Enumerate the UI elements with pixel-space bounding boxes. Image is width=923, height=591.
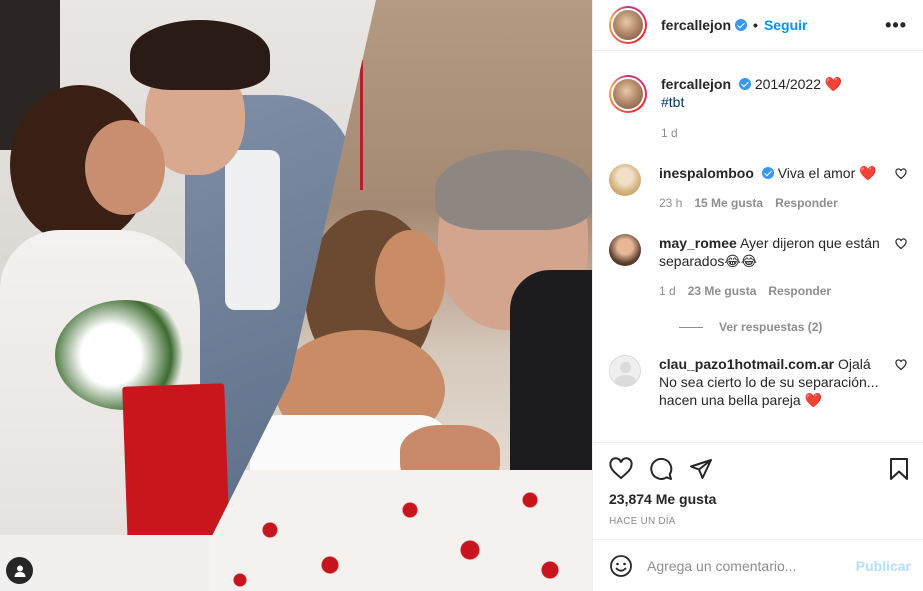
instagram-post: fercallejon • Seguir ••• fercallejon 201… [0, 0, 923, 591]
comment-like-icon[interactable] [895, 238, 907, 250]
post-date[interactable]: HACE UN DÍA [609, 516, 911, 527]
verified-badge-icon [761, 167, 774, 179]
heart-outline-icon[interactable] [609, 457, 633, 481]
post-image[interactable] [0, 0, 592, 591]
comment-item: inespalomboo Viva el amor ❤️ 23 h 15 Me … [609, 164, 907, 212]
heart-emoji: ❤️ [824, 76, 843, 92]
comment-username[interactable]: inespalomboo [659, 165, 754, 181]
post-sidebar: fercallejon • Seguir ••• fercallejon 201… [592, 0, 923, 591]
user-tag-glyph [14, 565, 25, 577]
separator-dot: • [753, 17, 758, 33]
reply-button[interactable]: Responder [768, 282, 831, 300]
bookmark-icon[interactable] [887, 457, 911, 481]
comment-username[interactable]: may_romee [659, 235, 737, 251]
view-replies-label: Ver respuestas (2) [719, 320, 823, 334]
comment-text: Viva el amor [777, 165, 856, 181]
comment-time[interactable]: 23 h [659, 194, 682, 212]
comments-list[interactable]: fercallejon 2014/2022 ❤️ #tbt 1 d inespa… [593, 51, 923, 442]
caption-avatar[interactable] [609, 75, 647, 113]
commenter-avatar[interactable] [609, 234, 641, 266]
paper-plane-icon[interactable] [689, 457, 713, 481]
comment-like-icon[interactable] [895, 359, 907, 371]
verified-badge-icon [738, 78, 751, 90]
comment-likes[interactable]: 23 Me gusta [688, 282, 757, 300]
more-dots-icon[interactable]: ••• [885, 15, 907, 36]
add-comment-bar: Publicar [593, 539, 923, 591]
comment-bubble-icon[interactable] [649, 457, 673, 481]
reply-button[interactable]: Responder [775, 194, 838, 212]
commenter-avatar[interactable] [609, 355, 641, 387]
follow-button[interactable]: Seguir [764, 17, 808, 33]
comment-likes[interactable]: 15 Me gusta [694, 194, 763, 212]
view-replies-button[interactable]: Ver respuestas (2) [679, 320, 907, 334]
comment-input[interactable] [647, 557, 856, 574]
heart-emoji: ❤️ [859, 165, 877, 181]
post-header: fercallejon • Seguir ••• [593, 0, 923, 51]
comment-username[interactable]: clau_pazo1hotmail.com.ar [659, 356, 834, 372]
smiley-icon[interactable] [609, 554, 633, 578]
author-username[interactable]: fercallejon [661, 17, 731, 33]
comment-item: clau_pazo1hotmail.com.ar Ojalá No sea ci… [609, 355, 907, 409]
comment-item: may_romee Ayer dijeron que están separad… [609, 234, 907, 300]
user-tag-icon[interactable] [6, 557, 33, 584]
post-actions: 23,874 Me gusta HACE UN DÍA [593, 442, 923, 539]
comment-time[interactable]: 1 d [659, 282, 676, 300]
caption-username[interactable]: fercallejon [661, 76, 731, 92]
caption-text: 2014/2022 [754, 76, 821, 92]
likes-count[interactable]: 23,874 Me gusta [609, 491, 911, 507]
hashtag-link[interactable]: #tbt [661, 93, 887, 111]
commenter-avatar[interactable] [609, 164, 641, 196]
replies-divider [679, 326, 703, 328]
author-avatar[interactable] [609, 6, 647, 44]
caption: fercallejon 2014/2022 ❤️ #tbt 1 d [609, 75, 907, 142]
caption-time[interactable]: 1 d [661, 124, 678, 142]
verified-badge-icon [735, 19, 748, 31]
comment-like-icon[interactable] [895, 168, 907, 180]
publish-button[interactable]: Publicar [856, 558, 911, 574]
